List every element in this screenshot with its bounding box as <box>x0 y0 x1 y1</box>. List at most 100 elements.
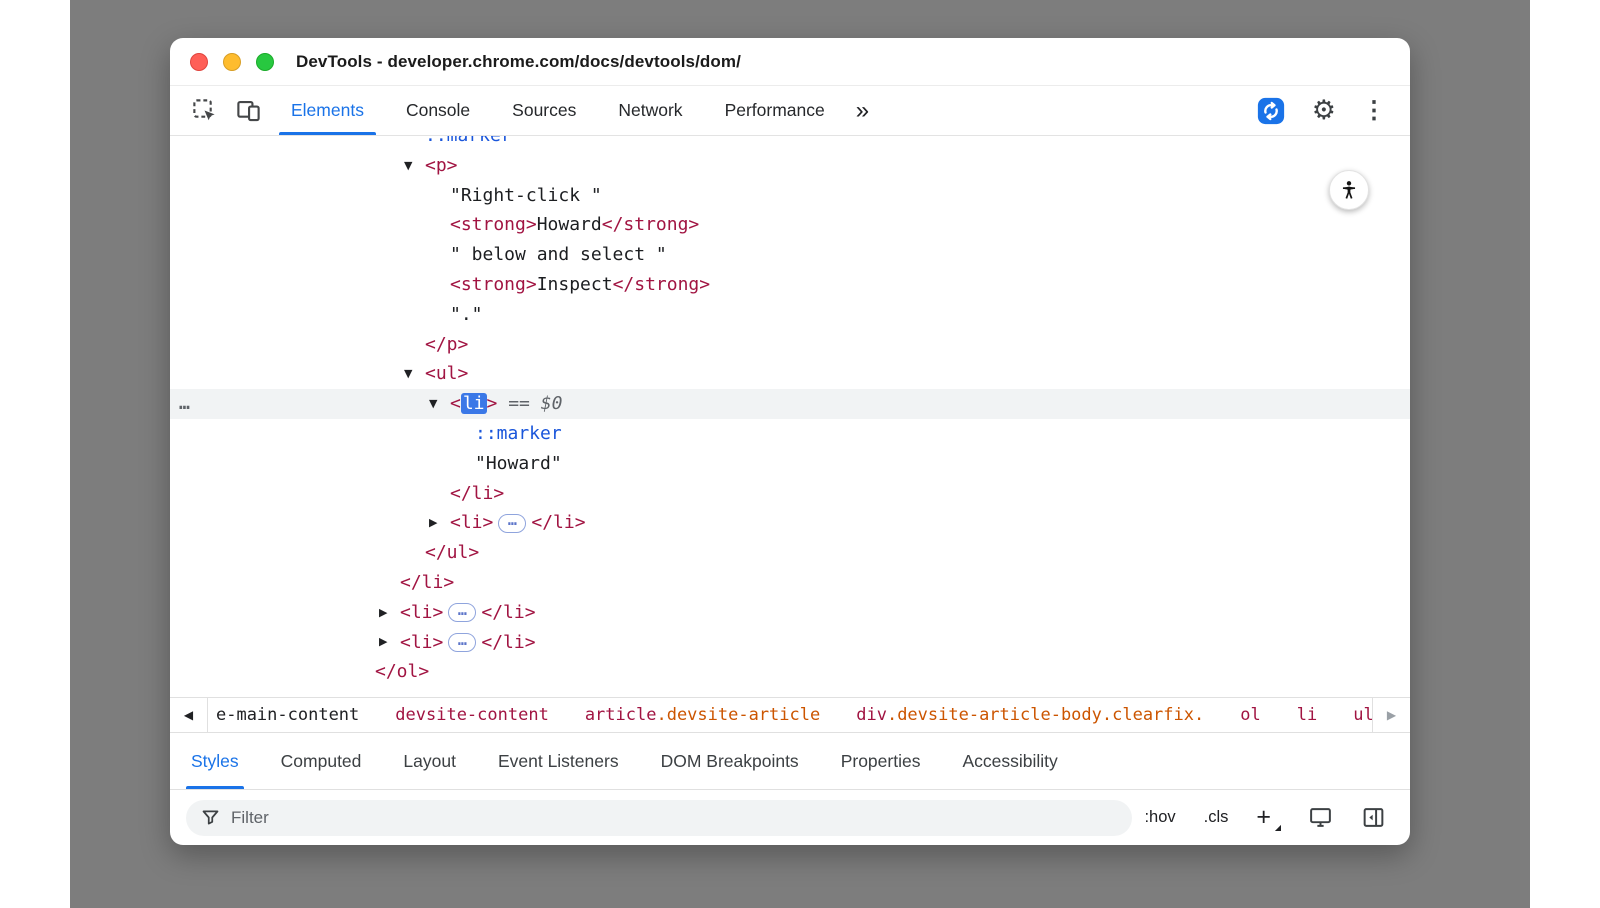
collapsed-content-icon[interactable]: … <box>448 603 476 622</box>
toggle-sidebar-button[interactable] <box>1361 805 1386 830</box>
overflow-ellipsis-icon[interactable]: … <box>179 389 191 419</box>
code-token: "Right-click " <box>450 185 602 206</box>
tree-line[interactable]: " below and select " <box>170 240 1410 270</box>
expand-arrow-down-icon[interactable]: ▼ <box>429 389 437 419</box>
code-token: " below and select " <box>450 244 667 265</box>
breadcrumb-items: e-main-contentdevsite-contentarticle.dev… <box>208 698 1372 732</box>
breadcrumb-item[interactable]: li <box>1292 702 1322 729</box>
tree-line[interactable]: ::marker <box>170 419 1410 449</box>
breadcrumb-part: .devsite-article-body.clearfix. <box>887 705 1204 725</box>
toggle-classes-button[interactable]: .cls <box>1204 808 1229 827</box>
minimize-window-button[interactable] <box>223 53 241 71</box>
breadcrumb-item[interactable]: e-main-content <box>211 702 364 729</box>
sync-arrows-icon <box>1256 96 1286 126</box>
code-token: "Howard" <box>475 453 562 474</box>
code-token: < <box>450 393 461 414</box>
code-token: <strong> <box>450 274 537 295</box>
tree-line[interactable]: </li> <box>170 568 1410 598</box>
code-token: <strong> <box>450 214 537 235</box>
close-window-button[interactable] <box>190 53 208 71</box>
settings-gear-button[interactable]: ⚙ <box>1312 97 1336 124</box>
tab-dom-breakpoints[interactable]: DOM Breakpoints <box>640 733 820 789</box>
breadcrumb-item[interactable]: div.devsite-article-body.clearfix. <box>851 702 1209 729</box>
breadcrumb-part: e-main-content <box>216 705 359 725</box>
tree-line[interactable]: </p> <box>170 330 1410 360</box>
tree-line[interactable]: </li> <box>170 479 1410 509</box>
tab-accessibility[interactable]: Accessibility <box>941 733 1078 789</box>
code-token: </li> <box>481 602 535 623</box>
breadcrumb-item[interactable]: devsite-content <box>390 702 554 729</box>
more-tabs-button[interactable]: » <box>846 86 879 135</box>
expand-arrow-down-icon[interactable]: ▼ <box>404 359 412 389</box>
code-token: </li> <box>400 572 454 593</box>
breadcrumb-item[interactable]: article.devsite-article <box>580 702 825 729</box>
code-token: "." <box>450 304 483 325</box>
accessibility-overlay-button[interactable] <box>1329 170 1369 210</box>
toggle-element-state-button[interactable]: :hov <box>1144 808 1175 827</box>
code-token: <p> <box>425 155 458 176</box>
tree-line[interactable]: ▶ <li> … </li> <box>170 598 1410 628</box>
dropdown-corner-icon: ◢ <box>1275 824 1281 832</box>
tab-elements[interactable]: Elements <box>270 86 385 135</box>
tree-line[interactable]: "Howard" <box>170 449 1410 479</box>
styles-toolbar-controls: :hov .cls +◢ <box>1144 805 1386 830</box>
tree-line[interactable]: <strong>Howard</strong> <box>170 210 1410 240</box>
menu-kebab-button[interactable]: ⋮ <box>1362 99 1386 123</box>
tree-line[interactable]: ▼<ul> <box>170 359 1410 389</box>
breadcrumb-item[interactable]: ol <box>1235 702 1265 729</box>
toolbar-right-icons: ⚙ ⋮ <box>1256 86 1410 135</box>
expand-arrow-right-icon[interactable]: ▶ <box>379 628 387 658</box>
sync-badge-button[interactable] <box>1256 96 1286 126</box>
expand-arrow-down-icon[interactable]: ▼ <box>404 151 412 181</box>
inspect-cursor-icon <box>191 97 218 124</box>
expand-arrow-right-icon[interactable]: ▶ <box>429 508 437 538</box>
device-toolbar-button[interactable] <box>226 86 270 135</box>
tab-console[interactable]: Console <box>385 86 491 135</box>
breadcrumb-scroll-left-button[interactable]: ◀ <box>170 698 208 732</box>
tree-line[interactable]: ▶<li>…</li> <box>170 508 1410 538</box>
collapsed-content-icon[interactable]: … <box>498 514 526 533</box>
tab-layout[interactable]: Layout <box>382 733 477 789</box>
screenshot-canvas: DevTools - developer.chrome.com/docs/dev… <box>0 0 1600 908</box>
inspect-element-button[interactable] <box>182 86 226 135</box>
tree-line[interactable]: <strong>Inspect</strong> <box>170 270 1410 300</box>
devtools-window: DevTools - developer.chrome.com/docs/dev… <box>170 38 1410 845</box>
tab-sources[interactable]: Sources <box>491 86 597 135</box>
tab-network[interactable]: Network <box>597 86 703 135</box>
tree-line[interactable]: ▼…<li> == $0 <box>170 389 1410 419</box>
expand-arrow-right-icon[interactable]: ▶ <box>379 598 387 628</box>
breadcrumb-scroll-right-button[interactable]: ▶ <box>1372 698 1410 732</box>
code-token: $0 <box>541 393 563 414</box>
code-token: Inspect <box>537 274 613 295</box>
breadcrumb-part: article <box>585 705 657 725</box>
rendering-emulation-button[interactable] <box>1308 805 1333 830</box>
code-token: </ol> <box>375 661 429 682</box>
breadcrumb-item[interactable]: ul <box>1348 702 1372 729</box>
tab-computed[interactable]: Computed <box>260 733 383 789</box>
code-token: Howard <box>537 214 602 235</box>
breadcrumb-part: .devsite-article <box>656 705 820 725</box>
tab-styles[interactable]: Styles <box>170 733 260 789</box>
code-token: </strong> <box>613 274 711 295</box>
zoom-window-button[interactable] <box>256 53 274 71</box>
tree-line[interactable]: ::marker <box>170 136 1410 151</box>
tree-line[interactable]: ▼ <p> <box>170 151 1410 181</box>
tree-line[interactable]: ▶<li>…</li> <box>170 628 1410 658</box>
monitor-icon <box>1308 805 1333 830</box>
tab-event-listeners[interactable]: Event Listeners <box>477 733 640 789</box>
tab-properties[interactable]: Properties <box>820 733 942 789</box>
tree-line[interactable]: "." <box>170 300 1410 330</box>
tree-line[interactable]: "Right-click " <box>170 181 1410 211</box>
new-style-rule-button[interactable]: +◢ <box>1256 805 1280 830</box>
collapsed-content-icon[interactable]: … <box>448 633 476 652</box>
sidebar-tabs: StylesComputedLayoutEvent ListenersDOM B… <box>170 733 1410 790</box>
tree-line[interactable]: </ul> <box>170 538 1410 568</box>
breadcrumb-part: ol <box>1240 705 1260 725</box>
code-token: <li> <box>400 602 443 623</box>
tree-line[interactable]: </ol> <box>170 657 1410 687</box>
code-token: > <box>487 393 498 414</box>
breadcrumb-part: li <box>1297 705 1317 725</box>
filter-funnel-icon <box>200 807 221 828</box>
tab-performance[interactable]: Performance <box>704 86 846 135</box>
filter-input[interactable] <box>231 808 1118 828</box>
